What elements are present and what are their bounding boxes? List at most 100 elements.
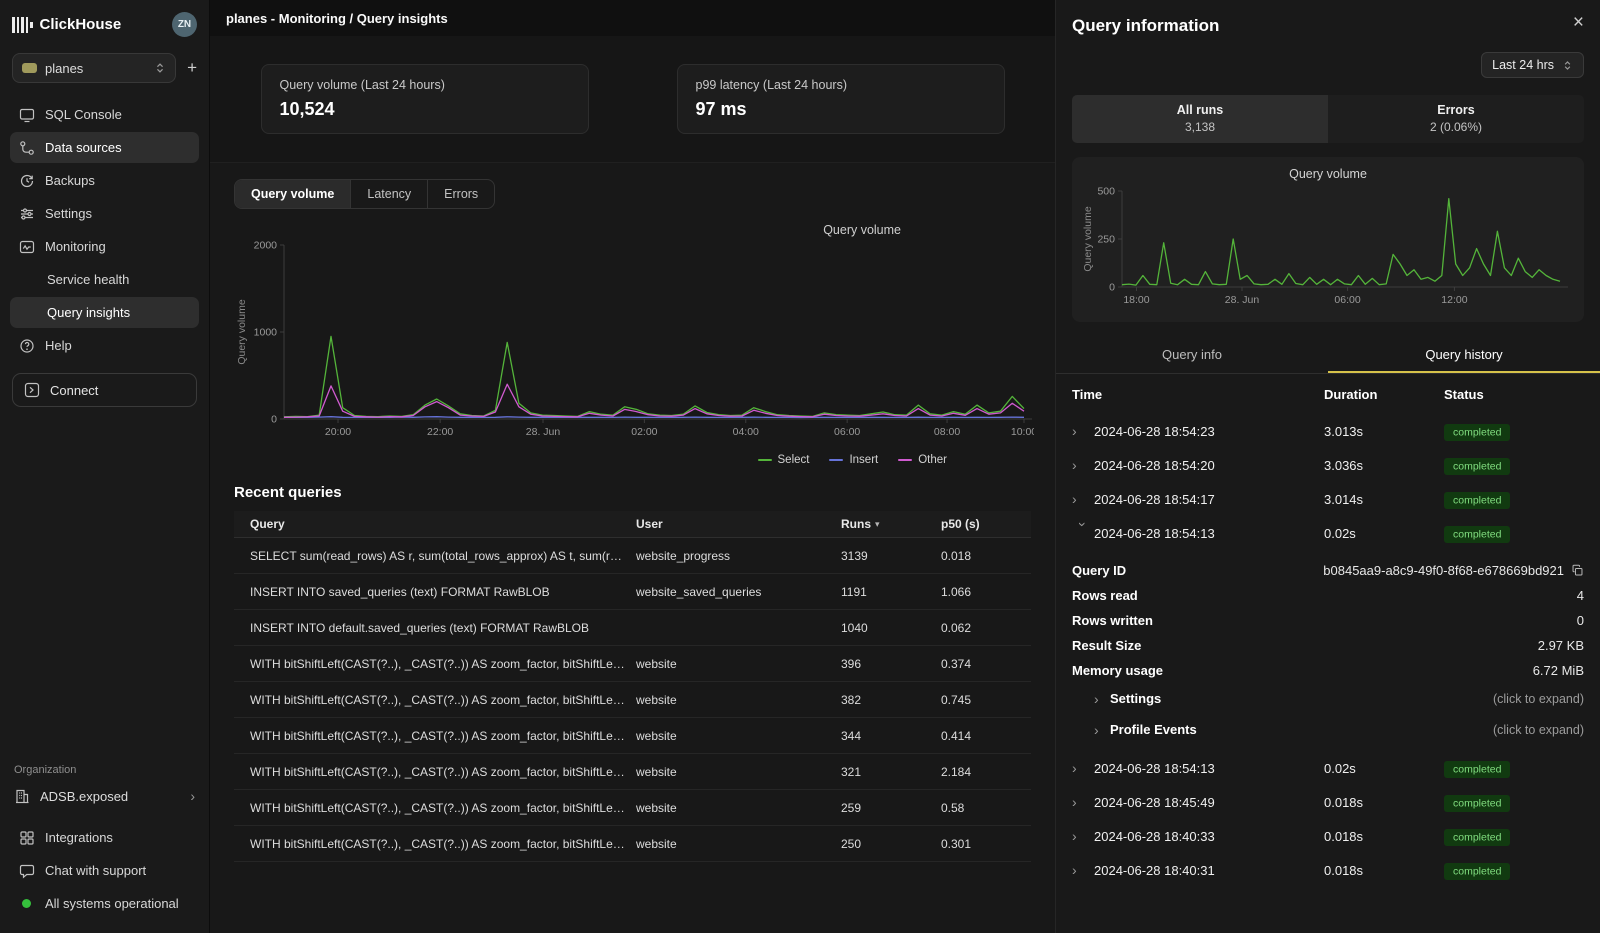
panel-tabs: Query info Query history — [1056, 338, 1600, 374]
sidebar-item-query-insights[interactable]: Query insights — [10, 297, 199, 328]
app-root: ClickHouse ZN planes + SQL Console — [0, 0, 1600, 933]
chevron-right-icon — [1072, 829, 1094, 843]
tab-query-history[interactable]: Query history — [1328, 338, 1600, 373]
status-badge: completed — [1444, 526, 1510, 543]
tab-errors[interactable]: Errors — [428, 180, 494, 208]
history-row[interactable]: 2024-06-28 18:40:33 0.018s completed — [1072, 819, 1584, 853]
cell-time: 2024-06-28 18:54:17 — [1094, 492, 1324, 507]
tab-latency[interactable]: Latency — [351, 180, 428, 208]
col-header-user[interactable]: User — [636, 517, 841, 531]
service-icon — [22, 63, 37, 73]
query-history: Time Duration Status 2024-06-28 18:54:23… — [1056, 374, 1600, 887]
cell-status: completed — [1444, 761, 1584, 776]
svg-text:0: 0 — [1109, 282, 1115, 294]
col-header-duration: Duration — [1324, 387, 1444, 402]
connect-button[interactable]: Connect — [12, 373, 197, 407]
detail-value: b0845aa9-a8c9-49f0-8f68-e678669bd921 — [1323, 563, 1584, 578]
recent-queries-table: Query User Runs ▾ p50 (s) SELECT sum(rea… — [234, 511, 1031, 862]
cell-query: WITH bitShiftLeft(CAST(?..), _CAST(?..))… — [234, 765, 636, 779]
chevron-right-icon — [1072, 863, 1094, 877]
history-row[interactable]: 2024-06-28 18:40:31 0.018s completed — [1072, 853, 1584, 887]
expandable-row[interactable]: Profile Events (click to expand) — [1072, 714, 1584, 745]
summary-tab-errors[interactable]: Errors 2 (0.06%) — [1328, 95, 1584, 143]
user-avatar[interactable]: ZN — [172, 12, 197, 37]
col-header-query[interactable]: Query — [234, 517, 636, 531]
time-range-select[interactable]: Last 24 hrs — [1481, 52, 1584, 78]
cell-runs: 382 — [841, 693, 941, 707]
sidebar-item-service-health[interactable]: Service health — [10, 264, 199, 295]
sidebar-item-settings[interactable]: Settings — [10, 198, 199, 229]
col-header-time: Time — [1072, 387, 1324, 402]
close-icon[interactable]: × — [1573, 12, 1584, 34]
legend-swatch-insert — [829, 459, 843, 462]
table-row[interactable]: INSERT INTO default.saved_queries (text)… — [234, 610, 1031, 646]
chevron-right-icon — [1072, 492, 1094, 506]
history-row[interactable]: 2024-06-28 18:54:20 3.036s completed — [1072, 448, 1584, 482]
legend-item-insert[interactable]: Insert — [829, 454, 878, 466]
svg-text:250: 250 — [1097, 234, 1115, 246]
chevron-right-icon — [1072, 761, 1094, 775]
recent-queries-title: Recent queries — [210, 466, 1055, 511]
cell-p50: 2.184 — [941, 765, 1031, 779]
status-indicator[interactable]: All systems operational — [10, 888, 199, 919]
status-badge: completed — [1444, 492, 1510, 509]
cell-query: SELECT sum(read_rows) AS r, sum(total_ro… — [234, 549, 636, 563]
detail-row: Rows written 0 — [1072, 608, 1584, 633]
stats-band: Query volume (Last 24 hours) 10,524 p99 … — [210, 36, 1055, 163]
history-row[interactable]: 2024-06-28 18:54:23 3.013s completed — [1072, 414, 1584, 448]
table-row[interactable]: WITH bitShiftLeft(CAST(?..), _CAST(?..))… — [234, 646, 1031, 682]
svg-text:28. Jun: 28. Jun — [526, 426, 561, 438]
sidebar-item-help[interactable]: Help — [10, 330, 199, 361]
organization-item[interactable]: ADSB.exposed — [0, 780, 209, 812]
tab-query-volume[interactable]: Query volume — [235, 180, 351, 208]
history-row[interactable]: 2024-06-28 18:54:13 0.02s completed — [1072, 751, 1584, 785]
col-header-p50[interactable]: p50 (s) — [941, 517, 1031, 531]
connect-label: Connect — [50, 383, 98, 398]
cell-duration: 3.013s — [1324, 424, 1444, 439]
table-row[interactable]: WITH bitShiftLeft(CAST(?..), _CAST(?..))… — [234, 682, 1031, 718]
expandable-hint: (click to expand) — [1493, 692, 1584, 706]
sidebar-item-sql-console[interactable]: SQL Console — [10, 99, 199, 130]
stat-value: 10,524 — [280, 99, 570, 120]
table-row[interactable]: WITH bitShiftLeft(CAST(?..), _CAST(?..))… — [234, 790, 1031, 826]
service-selector[interactable]: planes — [12, 53, 176, 83]
table-row[interactable]: SELECT sum(read_rows) AS r, sum(total_ro… — [234, 538, 1031, 574]
col-header-runs[interactable]: Runs ▾ — [841, 517, 941, 531]
cell-runs: 321 — [841, 765, 941, 779]
svg-text:Query volume: Query volume — [1082, 206, 1094, 272]
cell-query: INSERT INTO saved_queries (text) FORMAT … — [234, 585, 636, 599]
detail-row: Result Size 2.97 KB — [1072, 633, 1584, 658]
add-service-button[interactable]: + — [187, 58, 197, 78]
cell-time: 2024-06-28 18:54:13 — [1094, 526, 1324, 541]
errors-value: 2 (0.06%) — [1328, 120, 1584, 134]
history-row[interactable]: 2024-06-28 18:45:49 0.018s completed — [1072, 785, 1584, 819]
copy-icon[interactable] — [1571, 564, 1584, 577]
legend-item-other[interactable]: Other — [898, 454, 947, 466]
sidebar-item-chat-support[interactable]: Chat with support — [10, 855, 199, 886]
table-row[interactable]: INSERT INTO saved_queries (text) FORMAT … — [234, 574, 1031, 610]
summary-tab-all-runs[interactable]: All runs 3,138 — [1072, 95, 1328, 143]
history-row-expanded[interactable]: 2024-06-28 18:54:13 0.02s completed — [1072, 516, 1584, 550]
table-row[interactable]: WITH bitShiftLeft(CAST(?..), _CAST(?..))… — [234, 718, 1031, 754]
table-row[interactable]: WITH bitShiftLeft(CAST(?..), _CAST(?..))… — [234, 826, 1031, 862]
cell-time: 2024-06-28 18:45:49 — [1094, 795, 1324, 810]
mini-chart-card: Query volume 025050018:0028. Jun06:0012:… — [1072, 157, 1584, 322]
cell-runs: 396 — [841, 657, 941, 671]
col-header-status: Status — [1444, 387, 1584, 402]
sidebar-item-integrations[interactable]: Integrations — [10, 822, 199, 853]
cell-p50: 0.062 — [941, 621, 1031, 635]
sidebar-item-monitoring[interactable]: Monitoring — [10, 231, 199, 262]
sidebar-item-backups[interactable]: Backups — [10, 165, 199, 196]
expandable-label: Settings — [1110, 691, 1161, 706]
table-row[interactable]: WITH bitShiftLeft(CAST(?..), _CAST(?..))… — [234, 754, 1031, 790]
stat-card-query-volume: Query volume (Last 24 hours) 10,524 — [261, 64, 589, 134]
sidebar-item-label: Service health — [47, 272, 129, 287]
svg-text:500: 500 — [1097, 186, 1115, 198]
cell-p50: 0.374 — [941, 657, 1031, 671]
cell-duration: 3.014s — [1324, 492, 1444, 507]
sidebar-item-data-sources[interactable]: Data sources — [10, 132, 199, 163]
tab-query-info[interactable]: Query info — [1056, 338, 1328, 373]
legend-item-select[interactable]: Select — [758, 454, 810, 466]
history-row[interactable]: 2024-06-28 18:54:17 3.014s completed — [1072, 482, 1584, 516]
expandable-row[interactable]: Settings (click to expand) — [1072, 683, 1584, 714]
